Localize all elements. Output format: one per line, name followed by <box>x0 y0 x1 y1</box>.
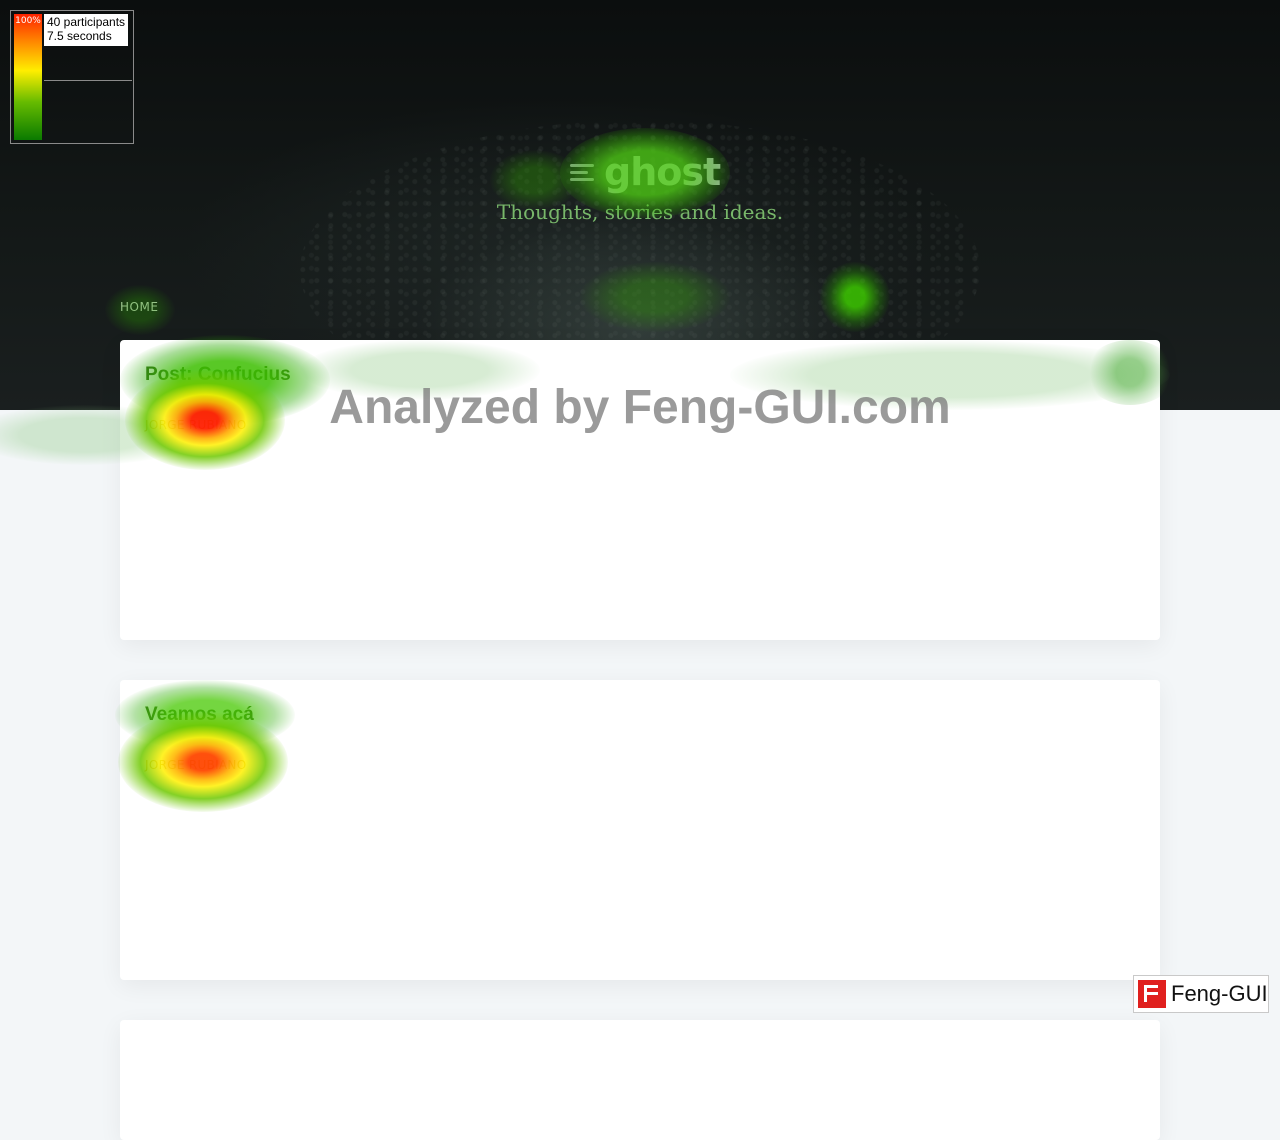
ghost-logo-icon <box>570 161 594 183</box>
legend-divider <box>44 80 132 81</box>
legend-max-label: 100% <box>15 16 41 26</box>
legend-color-scale <box>14 14 42 140</box>
post-author[interactable]: JORGE RUBIANO <box>145 758 246 772</box>
post-card[interactable]: Veamos acá JORGE RUBIANO <box>120 680 1160 980</box>
legend-duration: 7.5 seconds <box>47 29 112 43</box>
feng-gui-logo-icon <box>1138 980 1166 1008</box>
post-title[interactable]: Veamos acá <box>145 704 254 726</box>
brand-text: Feng-GUI <box>1171 981 1268 1006</box>
legend-info: 40 participants 7.5 seconds <box>44 14 128 46</box>
site-logo[interactable]: ghost <box>570 150 721 194</box>
post-card[interactable] <box>120 1020 1160 1140</box>
heatmap-legend: 100% 40 participants 7.5 seconds <box>10 10 134 144</box>
feng-gui-badge[interactable]: Feng-GUI <box>1133 975 1269 1013</box>
logo-text: ghost <box>604 150 721 194</box>
watermark-text: Analyzed by Feng-GUI.com <box>329 381 951 434</box>
nav-item-home[interactable]: HOME <box>120 300 158 314</box>
site-tagline: Thoughts, stories and ideas. <box>496 200 784 224</box>
legend-participants: 40 participants <box>47 15 126 29</box>
